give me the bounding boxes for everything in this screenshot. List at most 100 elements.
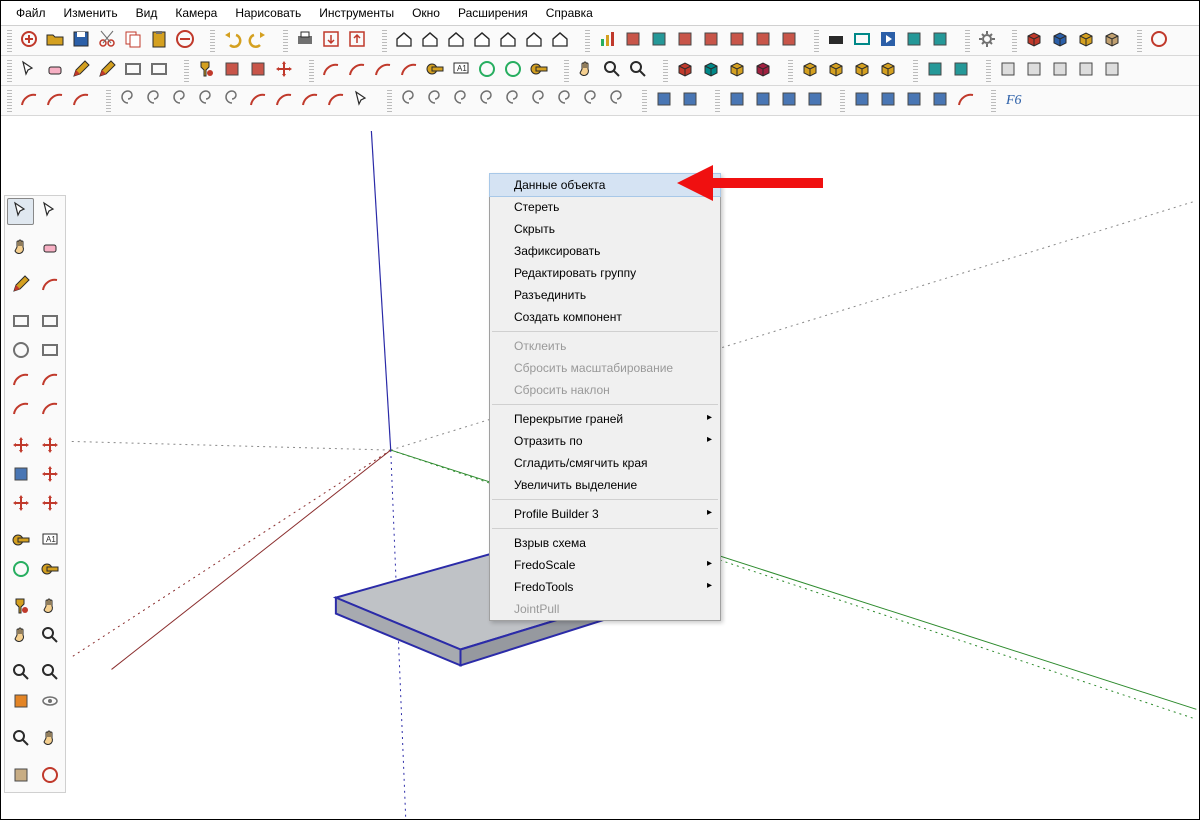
movie-button[interactable] <box>823 28 848 53</box>
menu-file[interactable]: Файл <box>7 4 55 22</box>
align-v-button[interactable] <box>724 88 749 113</box>
helix-button[interactable] <box>604 88 629 113</box>
polygon-tool[interactable] <box>36 338 63 365</box>
protractor-2-button[interactable] <box>500 58 525 83</box>
paint-tool[interactable] <box>7 594 34 621</box>
offset-tool[interactable] <box>36 433 63 460</box>
hand-button[interactable] <box>573 58 598 83</box>
eraser-button[interactable] <box>42 58 67 83</box>
bars-button[interactable] <box>594 28 619 53</box>
move-tool[interactable] <box>7 433 34 460</box>
print-button[interactable] <box>292 28 317 53</box>
sticker-2-button[interactable] <box>245 58 270 83</box>
tape-button[interactable] <box>422 58 447 83</box>
orbit-tool[interactable] <box>7 623 34 650</box>
box-gold-button[interactable] <box>1073 28 1098 53</box>
ctx-item-6[interactable]: Создать компонент <box>490 306 720 328</box>
bend-button[interactable] <box>953 88 978 113</box>
select-window-tool[interactable] <box>36 198 63 225</box>
rotate-cw-button[interactable] <box>901 88 926 113</box>
spiral-b-button[interactable] <box>422 88 447 113</box>
ctx-item-17[interactable]: Profile Builder 3 <box>490 503 720 525</box>
spiral-1-button[interactable] <box>115 88 140 113</box>
books-button[interactable] <box>750 28 775 53</box>
sweep-2-button[interactable] <box>271 88 296 113</box>
curve-tool[interactable] <box>36 272 63 299</box>
clip-1-button[interactable] <box>995 58 1020 83</box>
arc-4-button[interactable] <box>396 58 421 83</box>
clip-5-button[interactable] <box>1099 58 1124 83</box>
toolbar-grip[interactable] <box>663 60 668 82</box>
spiral-d-button[interactable] <box>474 88 499 113</box>
toolbar-grip[interactable] <box>106 90 111 112</box>
gem-ruby-button[interactable] <box>750 58 775 83</box>
arc-2-button[interactable] <box>344 58 369 83</box>
gem-teal-button[interactable] <box>698 58 723 83</box>
protractor-tool[interactable] <box>7 557 34 584</box>
clip-2-button[interactable] <box>1021 58 1046 83</box>
export-button[interactable] <box>344 28 369 53</box>
box-tan-button[interactable] <box>1099 28 1124 53</box>
shape-diamond-button[interactable] <box>120 58 145 83</box>
ctx-item-19[interactable]: Взрыв схема <box>490 532 720 554</box>
toolbar-grip[interactable] <box>965 30 970 52</box>
solid-4-button[interactable] <box>875 58 900 83</box>
menu-edit[interactable]: Изменить <box>55 4 127 22</box>
sweep-3-button[interactable] <box>297 88 322 113</box>
house-4-button[interactable] <box>469 28 494 53</box>
solid-3-button[interactable] <box>849 58 874 83</box>
spiral-2-button[interactable] <box>141 88 166 113</box>
spiral-f-button[interactable] <box>526 88 551 113</box>
toolbar-grip[interactable] <box>991 90 996 112</box>
curve-1-button[interactable] <box>16 88 41 113</box>
zoom-button[interactable] <box>599 58 624 83</box>
ctx-item-0[interactable]: Данные объекта <box>489 173 721 197</box>
layers-1-button[interactable] <box>922 58 947 83</box>
pan-tool[interactable] <box>7 660 34 687</box>
delete-button[interactable] <box>172 28 197 53</box>
clip-3-button[interactable] <box>1047 58 1072 83</box>
toolbar-grip[interactable] <box>788 60 793 82</box>
toolbar-grip[interactable] <box>283 30 288 52</box>
ctx-item-2[interactable]: Скрыть <box>490 218 720 240</box>
menu-draw[interactable]: Нарисовать <box>226 4 310 22</box>
toolbar-grip[interactable] <box>913 60 918 82</box>
box-red-button[interactable] <box>1021 28 1046 53</box>
camera-roll-tool[interactable] <box>7 235 34 262</box>
label-tool[interactable] <box>36 557 63 584</box>
gem-red-button[interactable] <box>672 58 697 83</box>
ctx-item-12[interactable]: Перекрытие граней <box>490 408 720 430</box>
walk-tool[interactable] <box>36 594 63 621</box>
shoe-tool[interactable] <box>7 763 34 790</box>
toolbar-grip[interactable] <box>840 90 845 112</box>
ctx-item-15[interactable]: Увеличить выделение <box>490 474 720 496</box>
sticker-1-button[interactable] <box>219 58 244 83</box>
eye-tool[interactable] <box>36 689 63 716</box>
pencil-alt-button[interactable] <box>94 58 119 83</box>
marker-button[interactable] <box>927 28 952 53</box>
tape-tool[interactable] <box>7 528 34 555</box>
protractor-1-button[interactable] <box>474 58 499 83</box>
solid-1-button[interactable] <box>797 58 822 83</box>
shape-rect-button[interactable] <box>146 58 171 83</box>
section-tool[interactable] <box>7 689 34 716</box>
spread-button[interactable] <box>724 28 749 53</box>
ctx-item-4[interactable]: Редактировать группу <box>490 262 720 284</box>
arrows-du-button[interactable] <box>776 88 801 113</box>
menu-ext[interactable]: Расширения <box>449 4 537 22</box>
select-button[interactable] <box>16 58 41 83</box>
house-6-button[interactable] <box>521 28 546 53</box>
target-button[interactable] <box>1146 28 1171 53</box>
pencil-tool[interactable] <box>7 272 34 299</box>
arc-3-button[interactable] <box>370 58 395 83</box>
settings-button[interactable] <box>974 28 999 53</box>
cut-button[interactable] <box>94 28 119 53</box>
save-file-button[interactable] <box>68 28 93 53</box>
layers-2-button[interactable] <box>948 58 973 83</box>
spiral-3-button[interactable] <box>167 88 192 113</box>
plugin-red-button[interactable] <box>620 28 645 53</box>
offset-tool-tool[interactable] <box>7 491 34 518</box>
ctx-item-13[interactable]: Отразить по <box>490 430 720 452</box>
toolbar-grip[interactable] <box>814 30 819 52</box>
select-tool[interactable] <box>7 198 34 225</box>
